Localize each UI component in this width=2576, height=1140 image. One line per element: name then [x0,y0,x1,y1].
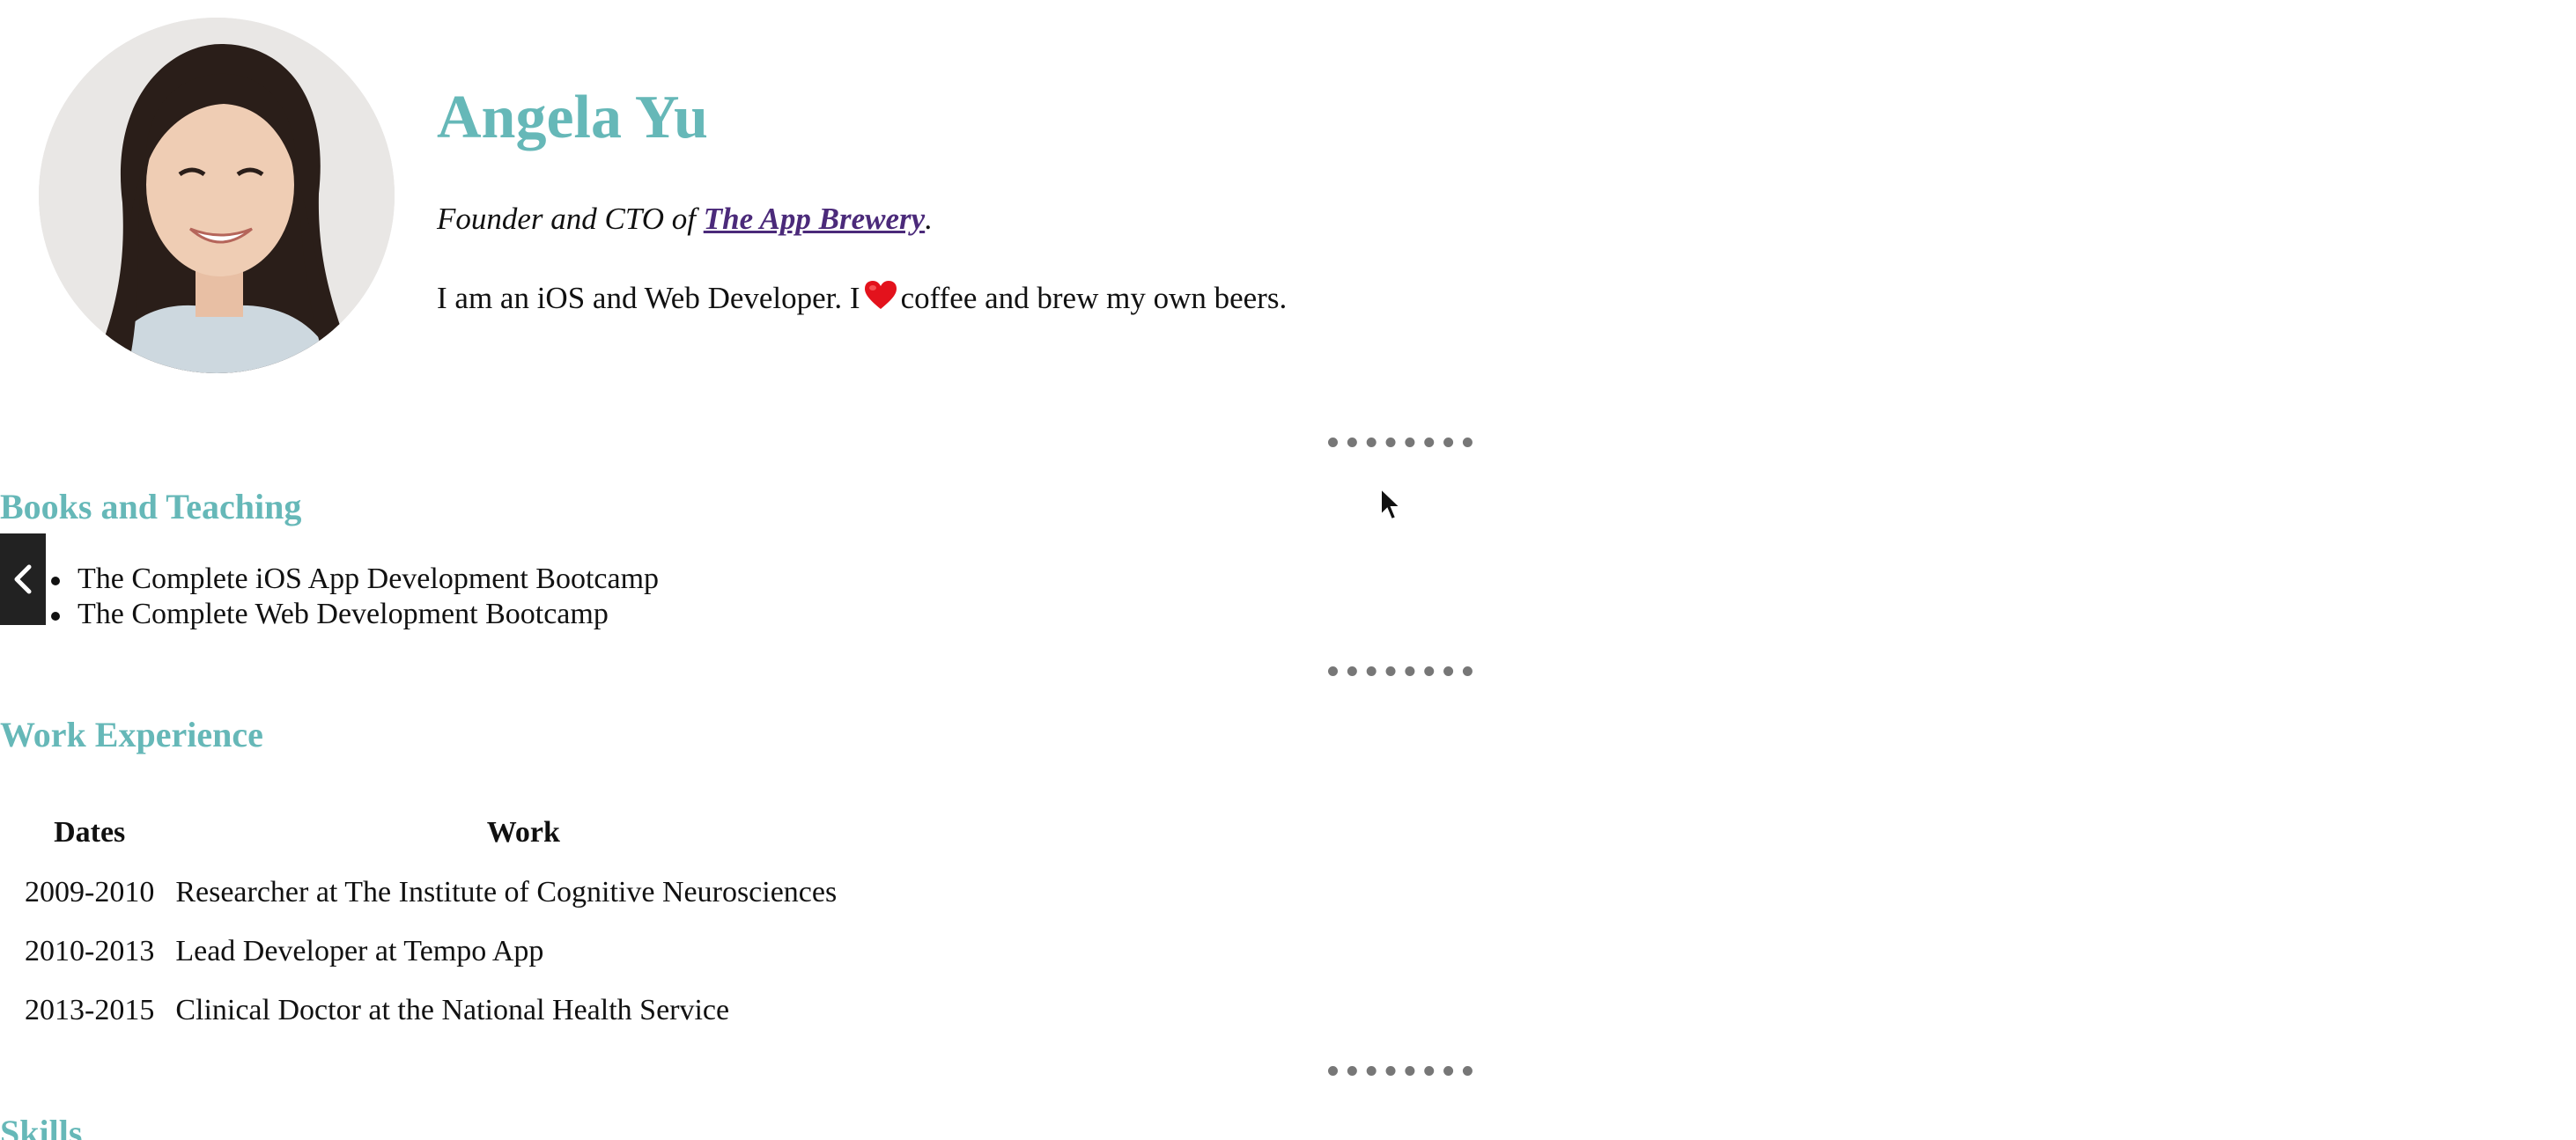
list-item: The Complete iOS App Development Bootcam… [50,563,660,595]
work-section-title: Work Experience [0,715,263,754]
back-button[interactable] [0,533,46,625]
skills-section-title: Skills [0,1113,83,1140]
resume-page: Angela Yu Founder and CTO of The App Bre… [0,0,2576,1140]
table-row: 2010-2013 Lead Developer at Tempo App [19,922,876,981]
work-table: Dates Work 2009-2010 Researcher at The I… [9,803,887,1040]
date-cell: 2009-2010 [25,875,155,908]
list-item: The Complete Web Development Bootcamp [50,597,659,632]
section-divider [1328,666,1473,676]
table-header-row: Dates Work [19,803,876,863]
work-cell: Researcher at The Institute of Cognitive… [175,875,838,908]
books-section-title: Books and Teaching [0,487,302,526]
profile-bio: I am an iOS and Web Developer. I coffee a… [437,280,1287,319]
bio-after: coffee and brew my own beers. [900,281,1288,315]
work-cell: Lead Developer at Tempo App [175,934,544,967]
date-cell: 2013-2015 [25,993,155,1026]
profile-photo [39,18,395,373]
work-column-header: Work [486,816,560,849]
table-row: 2009-2010 Researcher at The Institute of… [19,863,876,922]
date-cell: 2010-2013 [25,934,155,967]
dates-column-header: Dates [54,816,126,849]
mouse-cursor-icon [1379,486,1403,526]
company-link[interactable]: The App Brewery [704,202,925,236]
portrait-illustration [39,18,395,373]
table-row: 2013-2015 Clinical Doctor at the Nationa… [19,981,876,1040]
work-cell: Clinical Doctor at the National Health S… [175,993,730,1026]
profile-name: Angela Yu [437,84,708,151]
tagline-prefix: Founder and CTO of [437,202,704,236]
heart-icon [864,280,897,319]
books-list: The Complete iOS App Development Bootcam… [50,562,660,632]
tagline-suffix: . [925,202,933,236]
section-divider [1328,438,1473,447]
section-divider [1328,1066,1473,1076]
profile-tagline: Founder and CTO of The App Brewery. [437,201,933,238]
bio-before: I am an iOS and Web Developer. I [437,281,860,315]
chevron-left-icon [14,564,32,594]
